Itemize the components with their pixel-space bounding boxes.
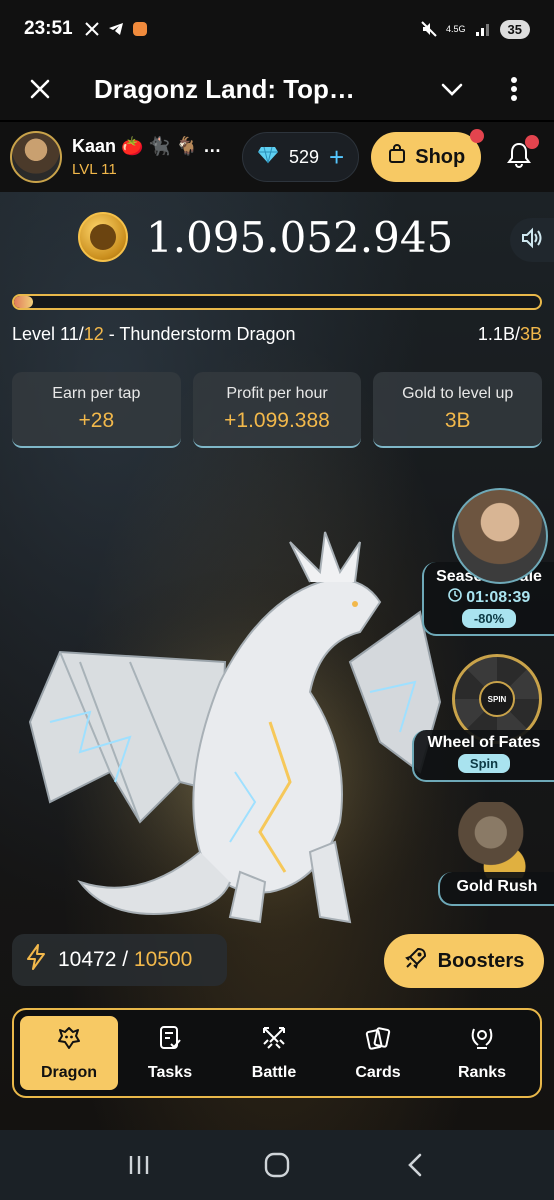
dragon-tap-target[interactable] xyxy=(20,522,450,942)
seasonal-sale-timer: 01:08:39 xyxy=(424,588,554,607)
game-area: 1.095.052.945 Level 11/12 - Thunderstorm… xyxy=(0,192,554,1130)
status-time: 23:51 xyxy=(24,18,73,39)
notifications-button[interactable] xyxy=(495,133,543,181)
shop-notification-dot xyxy=(470,129,485,143)
x-icon xyxy=(83,20,101,38)
boosters-button[interactable]: Boosters xyxy=(384,934,544,988)
shop-label: Shop xyxy=(415,145,466,168)
network-indicator: 4.5G xyxy=(446,23,466,34)
nav-label: Ranks xyxy=(457,1063,507,1081)
add-gems-button[interactable]: + xyxy=(329,144,344,170)
coin-icon xyxy=(78,212,128,262)
avatar[interactable] xyxy=(10,131,62,183)
discount-badge: -80% xyxy=(461,609,517,628)
system-nav-bar xyxy=(0,1130,554,1200)
rocket-icon xyxy=(404,946,428,976)
nav-cards[interactable]: Cards xyxy=(326,1016,430,1090)
level-prefix: Level 11/ xyxy=(12,324,84,344)
stat-value: +28 xyxy=(78,409,115,432)
nav-battle[interactable]: Battle xyxy=(222,1016,326,1090)
back-icon[interactable] xyxy=(395,1145,435,1185)
shop-button[interactable]: Shop xyxy=(371,129,485,182)
energy-separator: / xyxy=(116,948,134,971)
energy-current: 10472 xyxy=(58,948,117,971)
tasks-icon xyxy=(158,1025,182,1056)
wheel-spin-center: SPIN xyxy=(479,681,515,717)
level-progress-text: 1.1B/3B xyxy=(478,324,542,345)
timer-value: 01:08:39 xyxy=(466,589,531,606)
wheel-title: Wheel of Fates xyxy=(427,734,541,751)
stat-label: Earn per tap xyxy=(52,385,141,402)
shopping-bag-icon xyxy=(387,144,407,170)
nav-dragon[interactable]: Dragon xyxy=(20,1016,118,1090)
level-dragon-name: - Thunderstorm Dragon xyxy=(103,324,296,344)
wheel-of-fates-promo[interactable]: Wheel of Fates Spin xyxy=(412,730,554,782)
boosters-label: Boosters xyxy=(437,949,525,972)
gold-rush-image[interactable] xyxy=(454,802,546,878)
nav-label: Battle xyxy=(251,1063,297,1081)
spin-button[interactable]: Spin xyxy=(457,754,511,773)
gems-value: 529 xyxy=(289,146,320,167)
user-level: LVL 11 xyxy=(72,161,117,178)
app-icon xyxy=(131,20,149,38)
mute-icon xyxy=(420,20,438,38)
user-info[interactable]: Kaan 🍅 🐈‍⬛ 🐐 … LVL 11 xyxy=(72,136,232,178)
ranks-icon xyxy=(468,1025,496,1056)
speaker-icon xyxy=(520,227,544,254)
diamond-icon xyxy=(257,146,279,169)
chevron-down-icon[interactable] xyxy=(436,73,468,105)
gold-rush-title: Gold Rush xyxy=(456,878,538,895)
nav-label: Dragon xyxy=(41,1063,97,1081)
close-icon[interactable] xyxy=(24,73,56,105)
stat-label: Profit per hour xyxy=(226,385,328,402)
seasonal-sale-image[interactable] xyxy=(452,488,548,584)
nav-tasks[interactable]: Tasks xyxy=(118,1016,222,1090)
bottom-nav: Dragon Tasks Battle Cards Ranks xyxy=(12,1008,542,1098)
bell-notification-dot xyxy=(525,135,540,149)
gems-counter[interactable]: 529 + xyxy=(242,132,360,182)
energy-counter: 10472 / 10500 xyxy=(12,934,227,986)
level-target: 12 xyxy=(83,324,104,344)
status-bar: 23:51 4.5G 35 xyxy=(0,0,554,58)
telegram-icon xyxy=(107,20,125,38)
stat-profit-per-hour: Profit per hour +1.099.388 xyxy=(192,372,362,448)
gold-rush-promo[interactable]: Gold Rush xyxy=(438,872,554,906)
progress-total: 3B xyxy=(519,324,542,344)
app-bar: Dragonz Land: Top… xyxy=(0,58,554,120)
home-icon[interactable] xyxy=(257,1145,297,1185)
level-text: Level 11/12 - Thunderstorm Dragon xyxy=(12,324,296,345)
signal-icon xyxy=(474,20,492,38)
dragon-icon xyxy=(56,1025,82,1056)
username: Kaan 🍅 🐈‍⬛ 🐐 … xyxy=(72,136,222,156)
balance-value: 1.095.052.945 xyxy=(146,212,454,262)
clock-icon xyxy=(447,588,466,606)
more-vertical-icon[interactable] xyxy=(498,73,530,105)
stat-earn-per-tap: Earn per tap +28 xyxy=(12,372,181,448)
app-title: Dragonz Land: Top… xyxy=(94,73,355,104)
stat-value: +1.099.388 xyxy=(224,409,330,432)
lightning-icon xyxy=(26,944,46,976)
cards-icon xyxy=(365,1025,391,1056)
battle-icon xyxy=(261,1025,287,1056)
battery-level: 35 xyxy=(499,19,530,39)
user-header: Kaan 🍅 🐈‍⬛ 🐐 … LVL 11 529 + Shop xyxy=(0,122,554,192)
level-info: Level 11/12 - Thunderstorm Dragon 1.1B/3… xyxy=(12,324,542,345)
energy-value: 10472 / 10500 xyxy=(58,948,192,972)
notification-icons xyxy=(83,20,149,38)
nav-label: Tasks xyxy=(147,1063,193,1081)
nav-ranks[interactable]: Ranks xyxy=(430,1016,534,1090)
balance-display: 1.095.052.945 xyxy=(78,212,453,262)
stat-value: 3B xyxy=(444,409,471,432)
stat-label: Gold to level up xyxy=(402,385,514,402)
level-progress-fill xyxy=(14,296,34,308)
stat-gold-to-level-up: Gold to level up 3B xyxy=(373,372,543,448)
stats-row: Earn per tap +28 Profit per hour +1.099.… xyxy=(12,372,543,448)
energy-max: 10500 xyxy=(133,948,193,971)
sound-toggle[interactable] xyxy=(510,218,554,262)
nav-label: Cards xyxy=(355,1063,401,1081)
recent-apps-icon[interactable] xyxy=(119,1145,159,1185)
progress-current: 1.1B xyxy=(477,324,515,344)
level-progress-bar xyxy=(12,294,542,310)
